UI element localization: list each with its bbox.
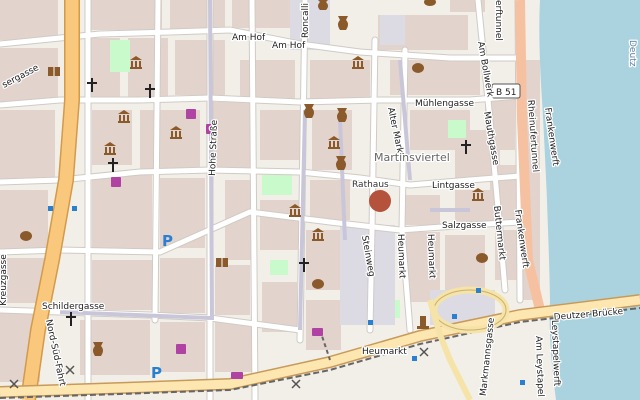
label-rheinufertunnel-top: erftunnel (493, 0, 503, 41)
label-heumarkt-vertical: Heumarkt (425, 234, 437, 280)
transit-stop-icon (368, 320, 373, 325)
vase-icon (318, 0, 328, 10)
shopping-bag-icon (312, 328, 323, 336)
label-deutz: Deutz (627, 40, 637, 67)
label-heumarkt: Heumarkt (362, 347, 407, 357)
vase-icon (304, 104, 314, 118)
label-muehlengasse: Mühlengasse (415, 99, 475, 109)
transit-stop-icon (452, 314, 457, 319)
map-canvas[interactable]: P P B 51 Am Hof Am Hof Roncalli Mühlenga… (0, 0, 640, 400)
label-am-leystapel: Am Leystapel (533, 336, 545, 397)
shopping-bag-icon (111, 177, 121, 187)
shopping-cart-icon (231, 372, 243, 379)
svg-text:B 51: B 51 (496, 88, 517, 98)
transit-stop-icon (476, 288, 481, 293)
transit-stop-icon (48, 206, 53, 211)
label-kreuzgasse: Kreuzgasse (0, 254, 9, 306)
theatre-mask-icon (412, 63, 424, 73)
route-shield-b51: B 51 (491, 83, 521, 99)
label-hohe-strasse: Hohe Straße (208, 119, 220, 176)
label-salzgasse: Salzgasse (442, 221, 487, 231)
label-rathaus: Rathaus (352, 180, 389, 190)
vase-icon (338, 16, 348, 30)
book-icon (48, 67, 60, 76)
vase-icon (336, 156, 346, 170)
label-heumarkt-street: Heumarkt (395, 234, 407, 280)
parking-icon: P (151, 364, 162, 382)
book-icon (216, 258, 228, 267)
transit-stop-icon (412, 356, 417, 361)
label-am-hof-2: Am Hof (272, 41, 306, 51)
label-schildergasse: Schildergasse (42, 302, 105, 312)
transit-stop-icon (72, 206, 77, 211)
theatre-mask-icon (476, 253, 488, 263)
map-view[interactable]: P P B 51 Am Hof Am Hof Roncalli Mühlenga… (0, 0, 640, 400)
vase-icon (337, 108, 347, 122)
parking-icon: P (162, 232, 173, 250)
shopping-bag-icon (176, 344, 186, 354)
shopping-bag-icon (186, 109, 196, 119)
location-marker[interactable] (369, 190, 391, 212)
label-lintgasse: Lintgasse (432, 181, 475, 191)
label-roncalli: Roncalli (301, 3, 311, 38)
label-martinsviertel: Martinsviertel (374, 151, 450, 164)
vase-icon (93, 342, 103, 356)
theatre-mask-icon (20, 231, 32, 241)
theatre-mask-icon (312, 279, 324, 289)
label-am-hof: Am Hof (232, 33, 266, 43)
transit-stop-icon (520, 380, 525, 385)
